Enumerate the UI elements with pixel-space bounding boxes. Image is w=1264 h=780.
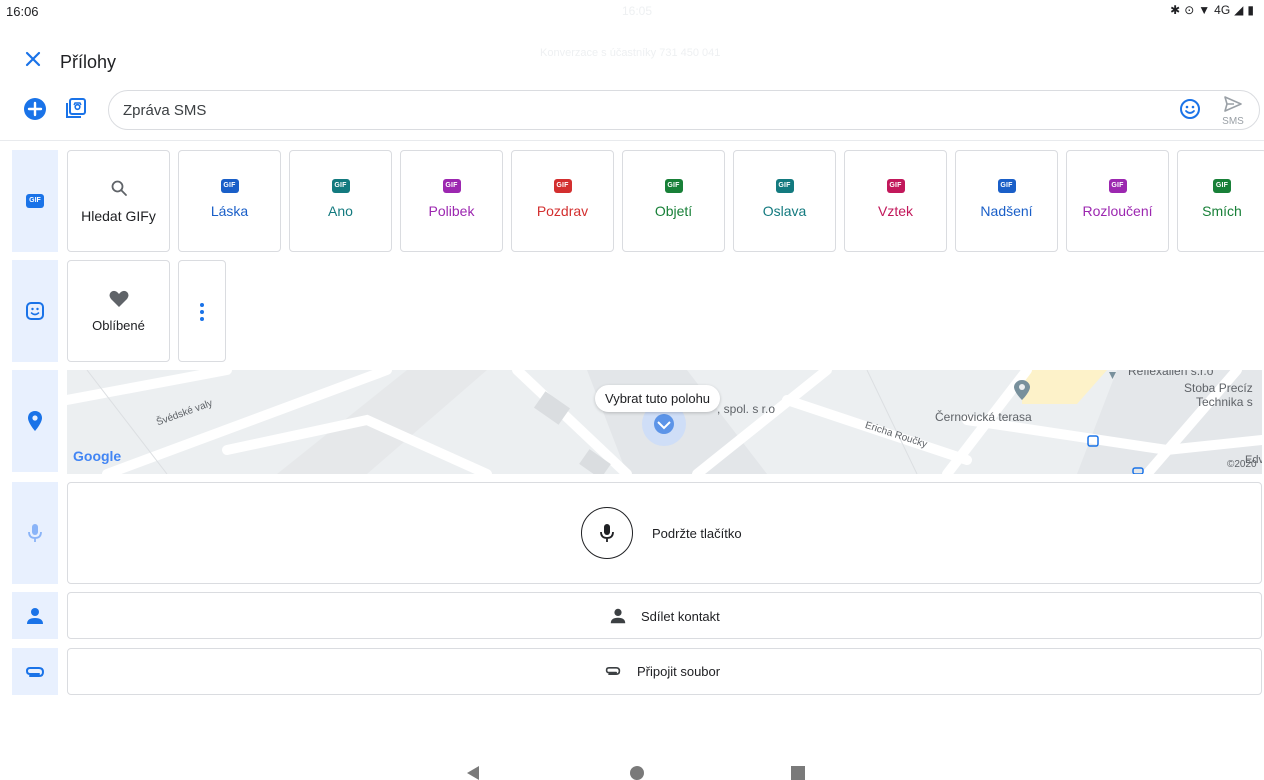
tab-file[interactable] (12, 648, 58, 695)
emoji-button[interactable] (1179, 98, 1201, 120)
more-stickers-button[interactable] (178, 260, 226, 362)
send-label: SMS (1222, 116, 1244, 127)
gif-category-label: Rozloučení (1082, 203, 1153, 219)
gif-badge-icon: GIF (331, 179, 350, 193)
map-copyright: ©2020 (1227, 459, 1257, 470)
gif-category-card[interactable]: GIF Ano (289, 150, 392, 252)
gif-category-label: Vztek (877, 203, 913, 219)
location-map[interactable]: Švédské valy , spol. s r.o Ericha Roučky… (67, 370, 1262, 474)
nav-home-button[interactable] (630, 766, 644, 780)
gallery-button[interactable] (64, 96, 88, 120)
gif-search-card[interactable]: Hledat GIFy (67, 150, 170, 252)
signal-icon: ◢ (1234, 3, 1244, 17)
gif-category-label: Ano (328, 203, 353, 219)
gif-search-label: Hledat GIFy (81, 208, 156, 224)
status-icons: ✱ ⊙ ▼ 4G ◢ ▮ (1170, 3, 1254, 17)
location-status-icon: ⊙ (1184, 3, 1195, 17)
gif-category-label: Smích (1202, 203, 1242, 219)
gif-category-label: Láska (210, 203, 249, 219)
gif-badge-icon: GIF (220, 179, 239, 193)
location-pin-icon (28, 411, 42, 431)
attach-file-button[interactable]: Připojit soubor (67, 648, 1262, 695)
gif-category-card[interactable]: GIF Polibek (400, 150, 503, 252)
gif-category-card[interactable]: GIF Smích (1177, 150, 1264, 252)
gif-category-card[interactable]: GIF Nadšení (955, 150, 1058, 252)
voice-record-card[interactable]: Podržte tlačítko (67, 482, 1262, 584)
tab-voice[interactable] (12, 482, 58, 584)
hold-label: Podržte tlačítko (652, 526, 742, 541)
heart-icon (109, 290, 128, 307)
message-input[interactable] (108, 90, 1260, 130)
attach-file-label: Připojit soubor (637, 663, 721, 679)
gif-category-card[interactable]: GIF Láska (178, 150, 281, 252)
map-label-cernovicka: Černovická terasa (935, 410, 1032, 424)
gif-badge-icon: GIF (1213, 179, 1231, 193)
tab-gif[interactable]: GIF (12, 150, 58, 252)
divider (0, 140, 1264, 141)
share-contact-label: Sdílet kontakt (641, 608, 720, 624)
person-icon (27, 607, 43, 624)
map-label-stoba1: Stoba Precíz (1184, 381, 1253, 395)
gif-badge-icon: GIF (553, 179, 572, 193)
map-label-stoba2: Technika s (1196, 395, 1253, 409)
tab-stickers[interactable] (12, 260, 58, 362)
gif-category-label: Nadšení (980, 203, 1033, 219)
microphone-icon (28, 524, 42, 542)
map-label-reflex: Reflexallen s.r.o (1128, 370, 1214, 378)
add-attachment-button[interactable] (24, 98, 46, 120)
plus-icon (27, 101, 43, 117)
wifi-icon: ▼ (1198, 3, 1211, 17)
paperclip-icon (605, 667, 621, 675)
tab-contact[interactable] (12, 592, 58, 639)
google-logo: Google (73, 448, 121, 464)
search-icon (111, 180, 127, 196)
paperclip-icon (25, 666, 45, 677)
gif-badge-icon: GIF (886, 179, 905, 193)
gif-category-label: Pozdrav (536, 203, 589, 219)
gallery-icon (66, 98, 86, 118)
google-logo-text: Google (73, 448, 122, 464)
gif-badge-icon: GIF (442, 179, 461, 193)
gif-icon: GIF (26, 194, 44, 208)
battery-icon: ▮ (1247, 3, 1254, 17)
gif-category-card[interactable]: GIF Oslava (733, 150, 836, 252)
gif-category-label: Objetí (654, 203, 693, 219)
nav-recents-button[interactable] (791, 766, 805, 780)
gif-category-card[interactable]: GIF Rozloučení (1066, 150, 1169, 252)
select-location-pill[interactable]: Vybrat tuto polohu (595, 385, 721, 412)
ghost-subtitle: Konverzace s účastníky 731 450 041 (540, 47, 721, 59)
favorites-label: Oblíbené (92, 318, 145, 333)
favorites-card[interactable]: Oblíbené (67, 260, 170, 362)
gif-category-card[interactable]: GIF Objetí (622, 150, 725, 252)
share-contact-button[interactable]: Sdílet kontakt (67, 592, 1262, 639)
nav-back-button[interactable] (467, 766, 479, 780)
person-icon (610, 608, 626, 624)
tab-location[interactable] (12, 370, 58, 472)
status-time: 16:06 (6, 4, 39, 19)
bluetooth-icon: ✱ (1170, 3, 1181, 17)
sticker-icon (26, 302, 44, 320)
gif-badge-icon: GIF (997, 179, 1016, 193)
gif-badge-icon: GIF (1108, 179, 1127, 193)
gif-badge-icon: GIF (664, 179, 683, 193)
gif-category-label: Oslava (762, 203, 807, 219)
network-type: 4G (1214, 3, 1231, 17)
hold-to-record-button[interactable] (581, 507, 633, 559)
gif-category-card[interactable]: GIF Vztek (844, 150, 947, 252)
send-button[interactable]: SMS (1216, 92, 1250, 128)
gif-category-label: Polibek (428, 203, 475, 219)
gif-category-card[interactable]: GIF Pozdrav (511, 150, 614, 252)
more-vert-icon (200, 303, 204, 321)
microphone-icon (600, 524, 614, 542)
map-label-spol: , spol. s r.o (717, 402, 776, 416)
page-title: Přílohy (60, 52, 117, 72)
send-icon (1224, 96, 1242, 112)
status-ghost-time: 16:05 (622, 4, 653, 18)
close-button[interactable] (22, 48, 44, 70)
emoji-icon (1180, 99, 1200, 119)
gif-badge-icon: GIF (775, 179, 794, 193)
close-icon (25, 51, 41, 67)
